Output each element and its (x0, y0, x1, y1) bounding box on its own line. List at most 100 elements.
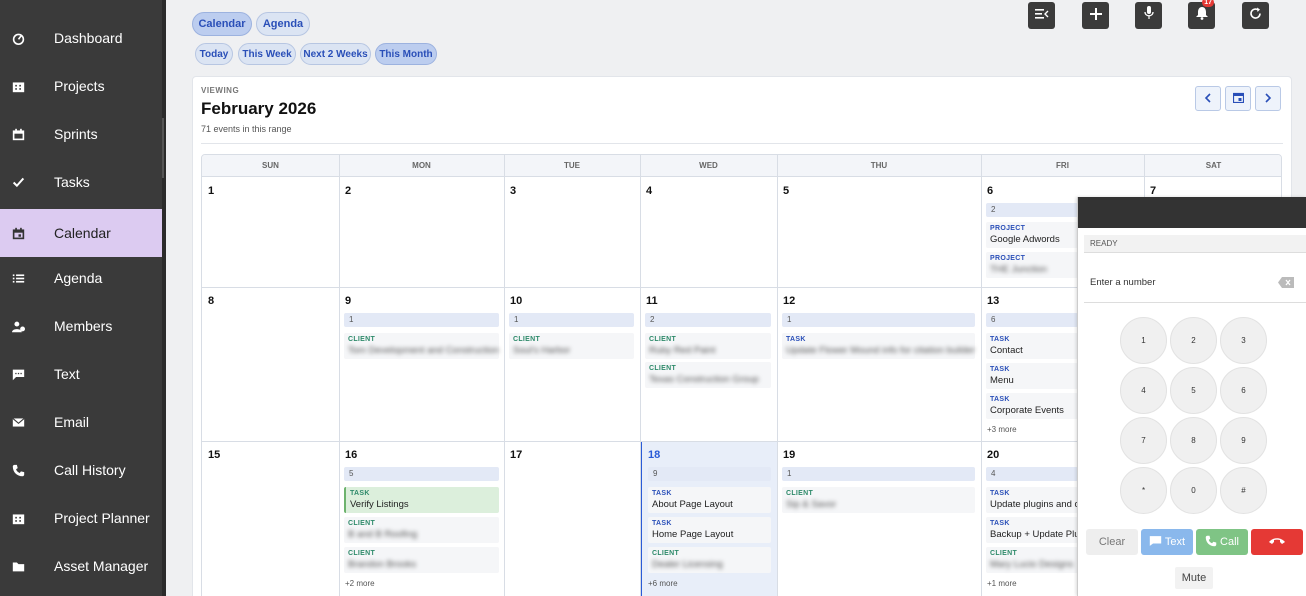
day-number[interactable]: 11 (646, 295, 658, 307)
sidebar-item-projects[interactable]: Projects (0, 62, 162, 110)
tab-agenda[interactable]: Agenda (256, 12, 310, 36)
event-count-badge[interactable]: 1 (344, 313, 499, 327)
more-events-link[interactable]: +3 more (987, 425, 1017, 434)
go-to-today-button[interactable] (1225, 86, 1251, 111)
tab-calendar[interactable]: Calendar (192, 12, 252, 36)
day-number[interactable]: 2 (345, 185, 351, 197)
clear-button[interactable]: Clear (1086, 529, 1138, 555)
dial-key-0[interactable]: 0 (1170, 467, 1217, 514)
dial-key-hash[interactable]: # (1220, 467, 1267, 514)
more-events-link[interactable]: +2 more (345, 579, 375, 588)
event-item[interactable]: CLIENT Mary Lucio Designs (986, 547, 1078, 573)
day-number[interactable]: 10 (510, 295, 522, 307)
sidebar-item-call-history[interactable]: Call History (0, 446, 162, 494)
day-number[interactable]: 12 (783, 295, 795, 307)
dial-key-1[interactable]: 1 (1120, 317, 1167, 364)
event-item[interactable]: CLIENT Texas Construction Group (645, 362, 771, 388)
backspace-icon[interactable] (1278, 275, 1294, 288)
day-number[interactable]: 4 (646, 185, 652, 197)
sidebar-item-text[interactable]: Text (0, 350, 162, 398)
sidebar-item-agenda[interactable]: Agenda (0, 254, 162, 302)
day-number[interactable]: 17 (510, 449, 522, 461)
dial-key-7[interactable]: 7 (1120, 417, 1167, 464)
day-number[interactable]: 9 (345, 295, 351, 307)
event-item[interactable]: CLIENT Tom Development and Construction (344, 333, 499, 359)
event-count-badge[interactable]: 1 (782, 313, 975, 327)
event-item[interactable]: CLIENT Brandon Brooks (344, 547, 499, 573)
range-this-month[interactable]: This Month (375, 43, 437, 65)
event-count-badge[interactable]: 6 (986, 313, 1078, 327)
event-count-badge[interactable]: 1 (509, 313, 634, 327)
day-number[interactable]: 19 (783, 449, 795, 461)
event-item[interactable]: TASK Contact (986, 333, 1078, 359)
sidebar-item-members[interactable]: Members (0, 302, 162, 350)
event-item[interactable]: CLIENT Sip & Savor (782, 487, 975, 513)
day-number[interactable]: 16 (345, 449, 357, 461)
day-number[interactable]: 15 (208, 449, 220, 461)
event-item[interactable]: CLIENT Ruby Red Paint (645, 333, 771, 359)
event-item[interactable]: TASK Home Page Layout (648, 517, 771, 543)
voice-button[interactable] (1135, 2, 1162, 29)
mute-button[interactable]: Mute (1175, 567, 1213, 589)
collapse-panel-button[interactable] (1028, 2, 1055, 29)
event-item[interactable]: TASK Verify Listings (344, 487, 499, 513)
day-number[interactable]: 5 (783, 185, 789, 197)
event-item[interactable]: TASK About Page Layout (648, 487, 771, 513)
day-number[interactable]: 1 (208, 185, 214, 197)
event-count-badge[interactable]: 2 (986, 203, 1078, 217)
dial-key-4[interactable]: 4 (1120, 367, 1167, 414)
refresh-button[interactable] (1242, 2, 1269, 29)
dial-key-8[interactable]: 8 (1170, 417, 1217, 464)
sidebar-item-sprints[interactable]: Sprints (0, 110, 162, 158)
sidebar-scrollbar[interactable] (162, 118, 164, 178)
sidebar-item-tasks[interactable]: Tasks (0, 158, 162, 206)
notifications-button[interactable]: 17 (1188, 0, 1215, 29)
previous-month-button[interactable] (1195, 86, 1221, 111)
range-this-week[interactable]: This Week (238, 43, 296, 65)
dial-key-star[interactable]: * (1120, 467, 1167, 514)
sidebar-item-asset-manager[interactable]: Asset Manager (0, 542, 162, 590)
event-item[interactable]: PROJECT THE Junction (986, 252, 1078, 278)
event-item[interactable]: CLIENT Dealer Licensing (648, 547, 771, 573)
event-item[interactable]: CLIENT B and B Roofing (344, 517, 499, 543)
call-button[interactable]: Call (1196, 529, 1248, 555)
event-count-badge[interactable]: 5 (344, 467, 499, 481)
next-month-button[interactable] (1255, 86, 1281, 111)
day-number[interactable]: 7 (1150, 185, 1156, 197)
hangup-button[interactable] (1251, 529, 1303, 555)
more-events-link[interactable]: +1 more (987, 579, 1017, 588)
day-number[interactable]: 20 (987, 449, 999, 461)
event-item[interactable]: TASK Backup + Update Plug (986, 517, 1078, 543)
event-count-badge[interactable]: 1 (782, 467, 975, 481)
event-item[interactable]: PROJECT Google Adwords (986, 222, 1078, 248)
day-number[interactable]: 8 (208, 295, 214, 307)
dial-key-6[interactable]: 6 (1220, 367, 1267, 414)
event-item[interactable]: TASK Update Flower Mound info for citati… (782, 333, 975, 359)
day-number[interactable]: 13 (987, 295, 999, 307)
event-item[interactable]: TASK Menu (986, 363, 1078, 389)
add-button[interactable] (1082, 2, 1109, 29)
event-name: Google Adwords (990, 234, 1060, 245)
day-number[interactable]: 3 (510, 185, 516, 197)
text-button[interactable]: Text (1141, 529, 1193, 555)
event-count-badge[interactable]: 9 (648, 467, 771, 481)
event-count-badge[interactable]: 4 (986, 467, 1078, 481)
more-events-link[interactable]: +6 more (648, 579, 678, 588)
day-number[interactable]: 6 (987, 185, 993, 197)
event-item[interactable]: TASK Corporate Events (986, 393, 1078, 419)
event-item[interactable]: CLIENT Soul's Harbor (509, 333, 634, 359)
day-number-today[interactable]: 18 (648, 449, 660, 461)
range-today[interactable]: Today (195, 43, 233, 65)
sidebar-item-calendar[interactable]: Calendar (0, 209, 162, 257)
event-count-badge[interactable]: 2 (645, 313, 771, 327)
sidebar-item-dashboard[interactable]: Dashboard (0, 14, 162, 62)
phone-number-input[interactable]: Enter a number (1090, 277, 1155, 288)
sidebar-item-email[interactable]: Email (0, 398, 162, 446)
event-item[interactable]: TASK Update plugins and co (986, 487, 1078, 513)
dial-key-5[interactable]: 5 (1170, 367, 1217, 414)
dial-key-2[interactable]: 2 (1170, 317, 1217, 364)
sidebar-item-project-planner[interactable]: Project Planner (0, 494, 162, 542)
dial-key-9[interactable]: 9 (1220, 417, 1267, 464)
range-next-2-weeks[interactable]: Next 2 Weeks (300, 43, 371, 65)
dial-key-3[interactable]: 3 (1220, 317, 1267, 364)
